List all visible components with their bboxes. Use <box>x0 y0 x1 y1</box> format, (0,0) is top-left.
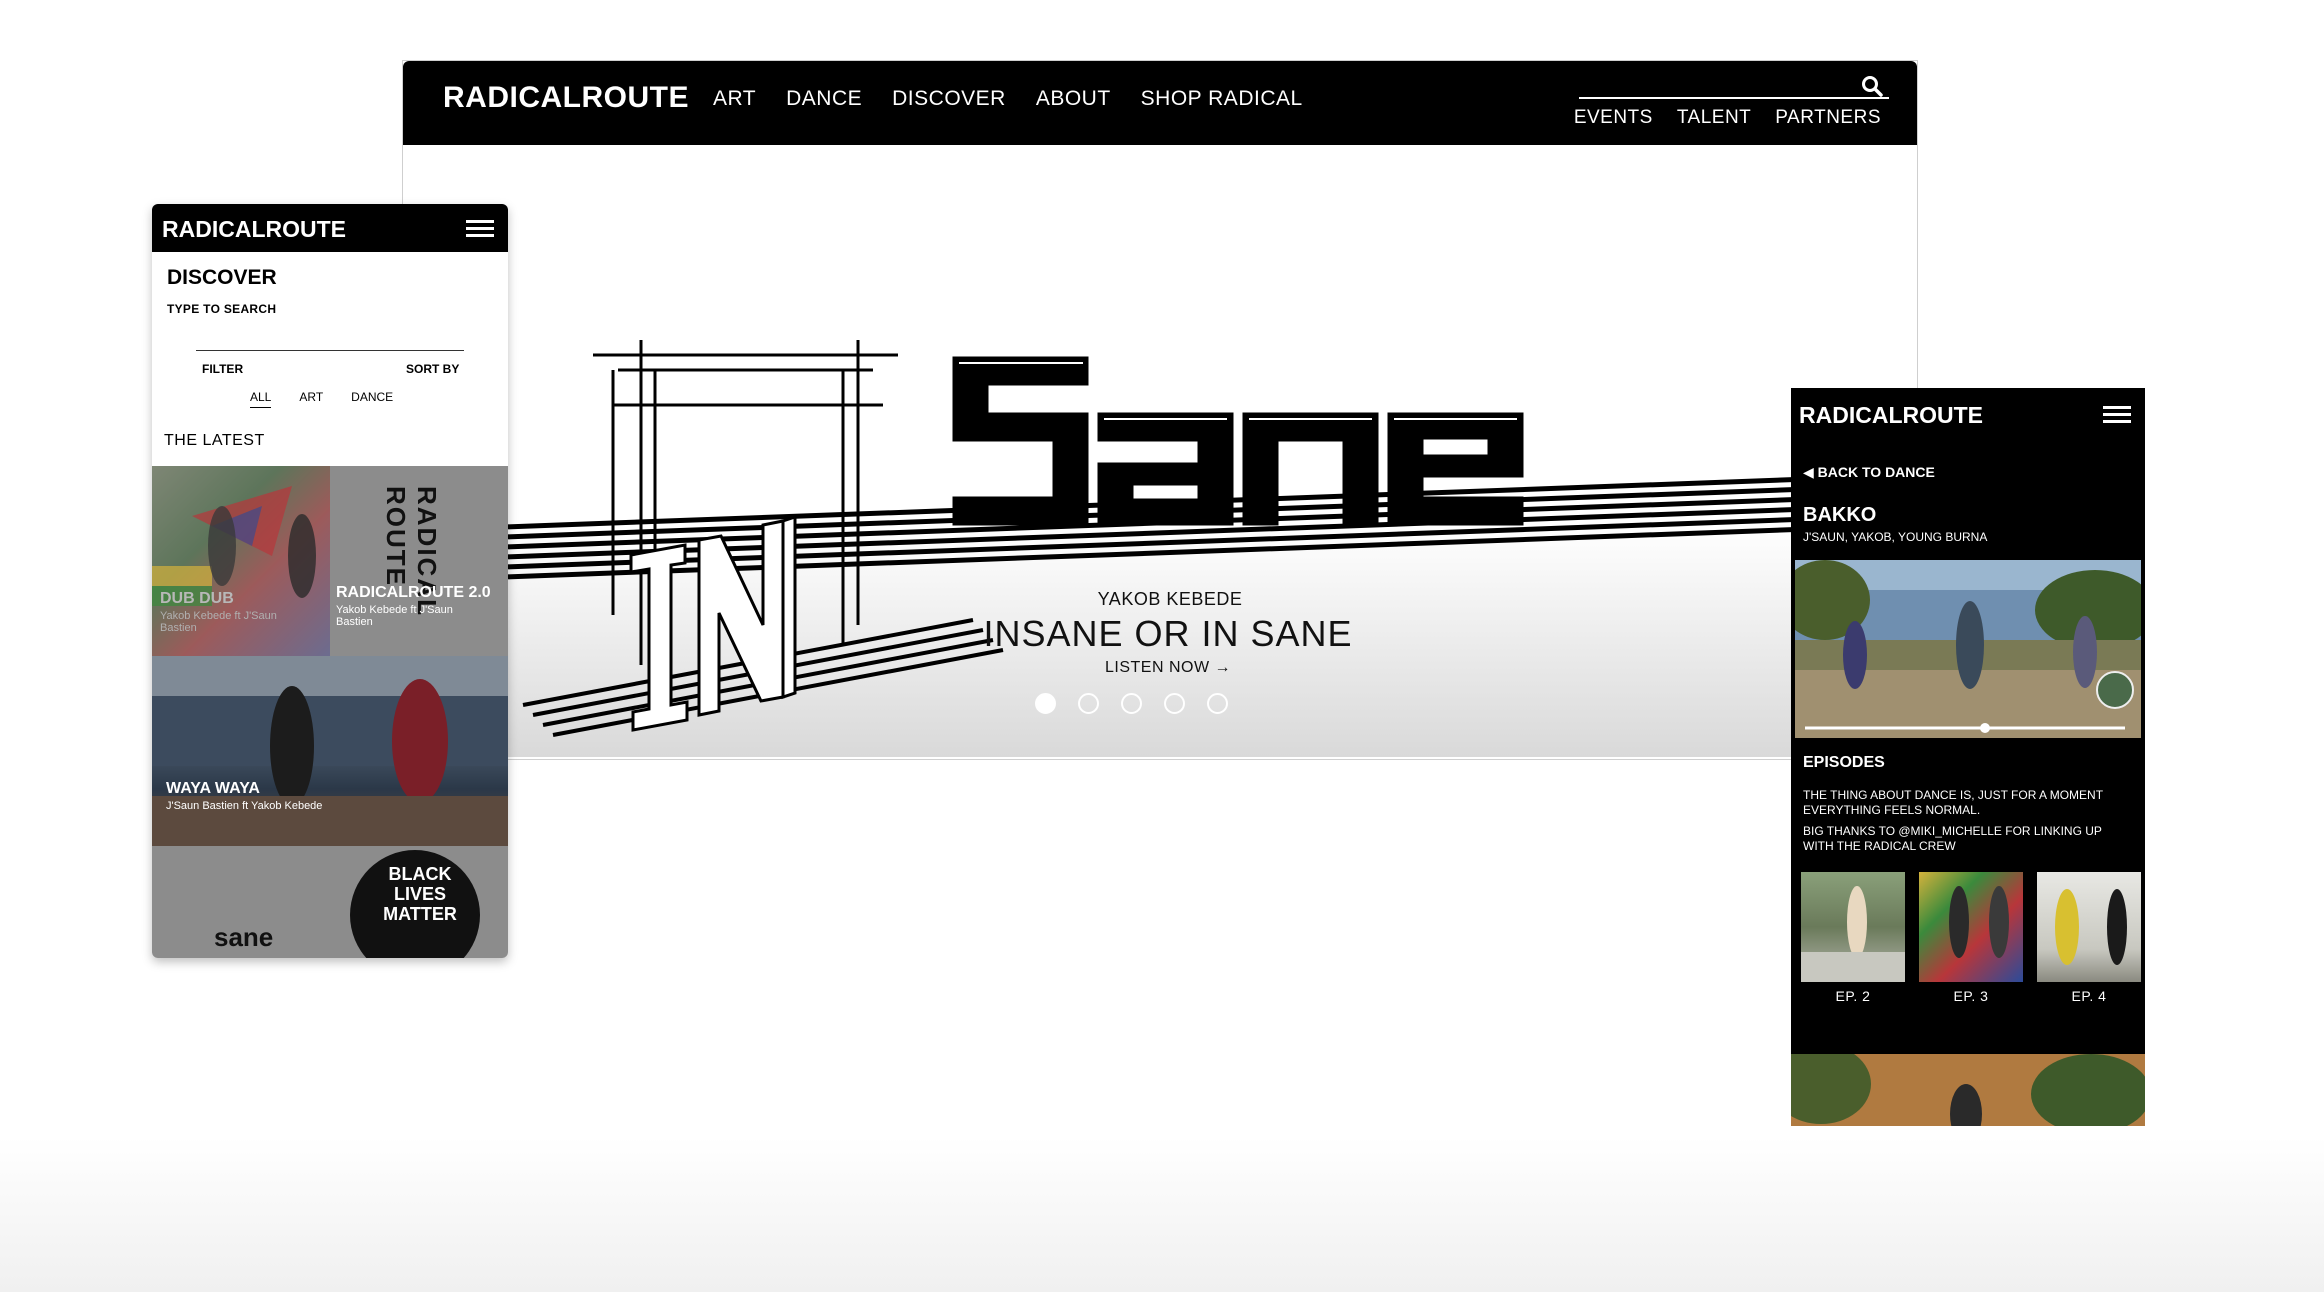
search-underline <box>196 350 464 351</box>
next-video-frame <box>1791 1054 2145 1126</box>
hero-carousel[interactable]: YAKOB KEBEDE INSANE OR IN SANE LISTEN NO… <box>403 145 1917 757</box>
filter-button[interactable]: FILTER <box>202 362 243 376</box>
nav-item-talent[interactable]: TALENT <box>1677 107 1751 129</box>
tile-subtitle: Yakob Kebede ft J'Saun Bastien <box>160 610 277 634</box>
blm-word: BLACK <box>388 864 452 884</box>
tile-title: WAYA WAYA <box>166 780 260 797</box>
episode-label[interactable]: EP. 2 <box>1801 988 1905 1004</box>
next-video-preview[interactable] <box>1791 1054 2145 1126</box>
list-item[interactable]: DUB DUB Yakob Kebede ft J'Saun Bastien <box>152 466 330 656</box>
dancers-photo <box>152 656 508 846</box>
episode-label[interactable]: EP. 3 <box>1919 988 2023 1004</box>
episode-label[interactable]: EP. 4 <box>2037 988 2141 1004</box>
episode-thumbnail-image <box>1949 886 2009 958</box>
list-item[interactable]: RADICAL ROUTE RADICALROUTE 2.0 Yakob Keb… <box>330 466 508 656</box>
episode-credits: BIG THANKS TO @MIKI_MICHELLE FOR LINKING… <box>1803 824 2102 853</box>
list-item[interactable]: BLACK LIVES MATTER <box>330 846 508 958</box>
menu-icon[interactable] <box>466 220 494 238</box>
episode-description: THE THING ABOUT DANCE IS, JUST FOR A MOM… <box>1803 788 2103 817</box>
page-title: DISCOVER <box>167 266 277 289</box>
video-player[interactable] <box>1795 560 2141 738</box>
main-nav: ART DANCE DISCOVER ABOUT SHOP RADICAL <box>713 87 1303 111</box>
carousel-dot[interactable] <box>1207 693 1228 714</box>
tile-title: RADICALROUTE 2.0 <box>336 584 491 601</box>
tile-subtitle: J'Saun Bastien ft Yakob Kebede <box>166 800 323 812</box>
section-heading: THE LATEST <box>164 432 265 449</box>
blm-word: LIVES <box>393 884 446 904</box>
search-icon[interactable] <box>1861 75 1883 97</box>
blm-word: MATTER <box>383 904 457 924</box>
desktop-navbar: RADICALROUTE ART DANCE DISCOVER ABOUT SH… <box>403 61 1917 145</box>
video-cast: J'SAUN, YAKOB, YOUNG BURNA <box>1803 530 1988 544</box>
tile-title: DUB DUB <box>160 590 234 607</box>
mobile-navbar: RADICALROUTE <box>152 204 508 252</box>
episode-thumbnail-image <box>2055 889 2127 965</box>
desktop-mockup: RADICALROUTE ART DANCE DISCOVER ABOUT SH… <box>402 60 1918 760</box>
list-item[interactable]: sane <box>152 846 330 958</box>
episode-thumbnail[interactable] <box>2037 872 2141 982</box>
nav-item-shop[interactable]: SHOP RADICAL <box>1141 87 1303 111</box>
video-frame <box>1795 560 2141 738</box>
sane-art: sane <box>214 922 274 952</box>
episode-thumbnail[interactable] <box>1919 872 2023 982</box>
episode-thumbnail[interactable] <box>1801 872 1905 982</box>
carousel-dot[interactable] <box>1121 693 1142 714</box>
search-input[interactable]: TYPE TO SEARCH <box>167 302 276 316</box>
back-to-dance-link[interactable]: ◀ BACK TO DANCE <box>1803 464 1935 481</box>
site-logo[interactable]: RADICALROUTE <box>1799 402 1983 429</box>
nav-item-events[interactable]: EVENTS <box>1574 107 1653 129</box>
episodes-heading: EPISODES <box>1803 754 1885 771</box>
nav-item-partners[interactable]: PARTNERS <box>1775 107 1881 129</box>
site-logo[interactable]: RADICALROUTE <box>443 81 689 115</box>
carousel-dot[interactable] <box>1164 693 1185 714</box>
category-tabs: ALL ART DANCE <box>250 390 393 408</box>
radical-route-art: RADICAL ROUTE <box>381 486 442 617</box>
menu-icon[interactable] <box>2103 406 2131 424</box>
tab-dance[interactable]: DANCE <box>351 390 393 408</box>
nav-item-about[interactable]: ABOUT <box>1036 87 1111 111</box>
sort-button[interactable]: SORT BY <box>406 362 459 376</box>
mobile-episode-mockup: RADICALROUTE ◀ BACK TO DANCE BAKKO J'SAU… <box>1791 388 2145 1126</box>
video-title: BAKKO <box>1803 504 1877 526</box>
secondary-nav: EVENTS TALENT PARTNERS <box>1574 107 1881 129</box>
episode-thumbnail-image <box>1801 886 1905 982</box>
hero-artist: YAKOB KEBEDE <box>1097 589 1243 609</box>
carousel-dot[interactable] <box>1035 693 1056 714</box>
tab-art[interactable]: ART <box>299 390 323 408</box>
list-item[interactable]: WAYA WAYA J'Saun Bastien ft Yakob Kebede <box>152 656 508 846</box>
nav-item-discover[interactable]: DISCOVER <box>892 87 1006 111</box>
nav-item-art[interactable]: ART <box>713 87 756 111</box>
tile-subtitle: Yakob Kebede ft J'Saun Bastien <box>336 604 453 628</box>
mobile-discover-mockup: RADICALROUTE DISCOVER TYPE TO SEARCH FIL… <box>152 204 508 958</box>
blm-text: BLACK LIVES MATTER <box>380 864 460 924</box>
listen-now-link[interactable]: LISTEN NOW → <box>1063 659 1273 677</box>
carousel-dots <box>1035 693 1228 714</box>
site-logo[interactable]: RADICALROUTE <box>162 216 346 243</box>
nav-item-dance[interactable]: DANCE <box>786 87 862 111</box>
carousel-dot[interactable] <box>1078 693 1099 714</box>
search-input[interactable] <box>1579 69 1889 99</box>
tab-all[interactable]: ALL <box>250 390 272 408</box>
hero-title: INSANE OR IN SANE <box>983 613 1353 654</box>
